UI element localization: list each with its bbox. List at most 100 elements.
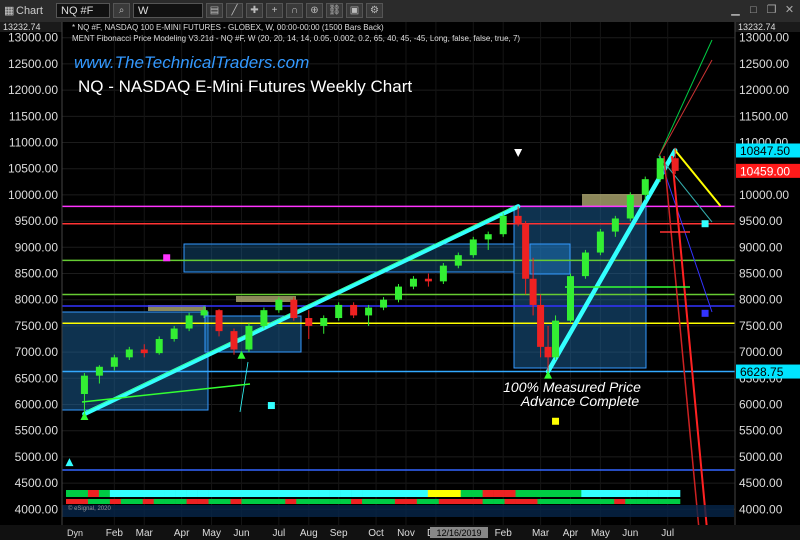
strip-segment: [515, 490, 527, 497]
candle-body: [200, 310, 208, 316]
maximize-icon[interactable]: □: [746, 3, 761, 18]
strip-segment: [504, 490, 516, 497]
candle-body: [409, 278, 417, 287]
crosshair-icon[interactable]: +: [266, 3, 283, 18]
magnet-icon[interactable]: ∩: [286, 3, 303, 18]
candle-body: [454, 255, 462, 266]
y-tick-label-right: 6000.00: [739, 397, 783, 411]
candle-body: [439, 265, 447, 282]
strip-segment: [208, 490, 220, 497]
y-tick-label-right: 7000.00: [739, 345, 783, 359]
strip-segment: [592, 499, 604, 504]
strip-segment: [438, 499, 451, 504]
strip-segment: [373, 490, 385, 497]
y-tick-label-left: 9500.00: [15, 214, 59, 228]
candle-body: [170, 328, 178, 339]
y-tick-label-left: 11500.00: [9, 109, 58, 123]
strip-segment: [559, 490, 571, 497]
candle-body: [566, 276, 574, 321]
candle-body: [95, 366, 103, 376]
y-tick-label-left: 10000.00: [8, 188, 58, 202]
strip-segment: [120, 499, 133, 504]
strip-segment: [471, 490, 483, 497]
zone-box: [236, 296, 296, 302]
minimize-icon[interactable]: ▁: [728, 3, 743, 18]
candle-body: [522, 223, 530, 279]
zoom-icon[interactable]: ⊕: [306, 3, 323, 18]
x-tick-label: May: [202, 528, 221, 539]
strip-segment: [274, 490, 286, 497]
chart-background: [0, 22, 800, 540]
strip-segment: [66, 499, 78, 504]
strip-segment: [537, 499, 549, 504]
x-tick-label: Mar: [532, 528, 550, 539]
strip-segment: [383, 499, 396, 504]
candle-body: [529, 278, 537, 305]
strip-segment: [285, 499, 297, 504]
strip-segment: [449, 499, 462, 504]
x-tick-label: Mar: [136, 528, 154, 539]
close-icon[interactable]: ✕: [782, 3, 797, 18]
strip-segment: [625, 499, 637, 504]
interval-select[interactable]: W: [133, 3, 203, 18]
restore-icon[interactable]: ❐: [764, 3, 779, 18]
strip-segment: [208, 499, 220, 504]
strip-segment: [87, 499, 100, 504]
strip-segment: [109, 499, 122, 504]
y-tick-label-left: 13000.00: [8, 31, 58, 45]
y-tick-label-left: 7500.00: [15, 319, 59, 333]
strip-segment: [482, 499, 494, 504]
strip-segment: [614, 499, 626, 504]
search-icon[interactable]: ⌕: [113, 3, 130, 18]
draw-tool-icon[interactable]: ╱: [226, 3, 243, 18]
strip-segment: [438, 490, 451, 497]
candle-body: [395, 286, 402, 300]
candle-body: [305, 318, 313, 326]
strip-segment: [307, 490, 319, 497]
strip-segment: [504, 499, 516, 504]
price-badge-label: 10459.00: [740, 164, 790, 178]
footer-dyn: Dyn: [67, 528, 83, 538]
strip-segment: [274, 499, 286, 504]
strip-segment: [548, 490, 560, 497]
app-label: Chart: [16, 5, 43, 17]
y-tick-label-left: 6500.00: [15, 371, 59, 385]
strip-segment: [252, 499, 264, 504]
layout-icon[interactable]: ▣: [346, 3, 363, 18]
grid-icon[interactable]: ▤: [206, 3, 223, 18]
symbol-input[interactable]: NQ #F: [56, 3, 110, 18]
price-chart[interactable]: * NQ #F, NASDAQ 100 E-MINI FUTURES - GLO…: [0, 22, 800, 540]
strip-segment: [142, 499, 155, 504]
strip-segment: [405, 499, 418, 504]
settings-icon[interactable]: ⚙: [366, 3, 383, 18]
x-tick-label: Jul: [272, 528, 285, 539]
candle-body: [537, 304, 545, 347]
strip-segment: [120, 490, 133, 497]
strip-segment: [175, 499, 187, 504]
candle-body: [514, 215, 522, 224]
strip-segment: [230, 499, 242, 504]
strip-segment: [526, 499, 538, 504]
price-badge-label: 6628.75: [740, 365, 784, 379]
cursor-icon[interactable]: ✚: [246, 3, 263, 18]
strip-segment: [449, 490, 462, 497]
candle-body: [544, 346, 552, 358]
candle-body: [275, 299, 283, 311]
strip-segment: [493, 499, 505, 504]
marker-square: [163, 254, 171, 262]
strip-segment: [669, 490, 681, 497]
strip-segment: [427, 490, 440, 497]
candle-body: [365, 307, 373, 316]
x-tick-label: Apr: [563, 528, 579, 539]
y-tick-label-right: 8500.00: [739, 267, 783, 281]
strip-segment: [427, 499, 440, 504]
y-tick-label-right: 10000.00: [739, 188, 789, 202]
y-tick-label-left: 7000.00: [15, 345, 59, 359]
y-tick-label-right: 5000.00: [739, 450, 783, 464]
indicator-strip: [66, 490, 681, 504]
x-tick-label: May: [591, 528, 610, 539]
link-icon[interactable]: ⛓: [326, 3, 343, 18]
y-tick-label-left: 9000.00: [15, 240, 59, 254]
candle-body: [641, 179, 649, 195]
strip-segment: [263, 490, 275, 497]
